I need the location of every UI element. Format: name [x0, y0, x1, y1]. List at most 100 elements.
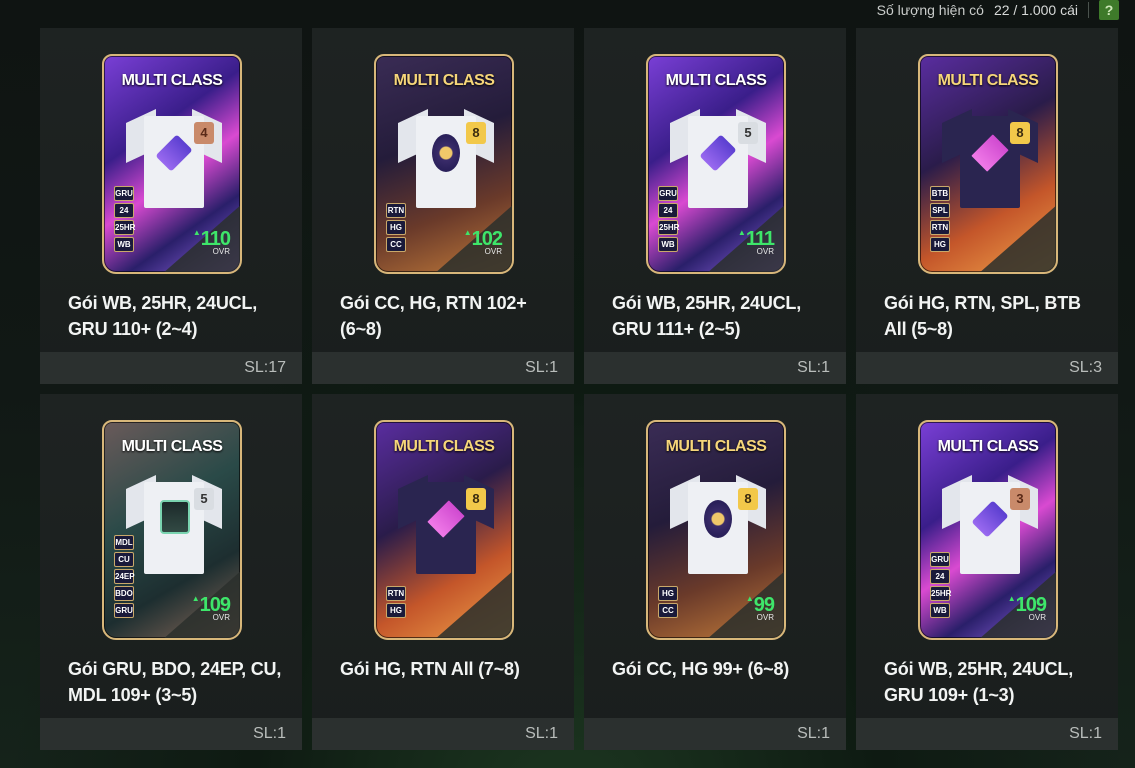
upgrade-level-badge: 8: [738, 488, 758, 510]
club-emblem-icon: [704, 500, 732, 538]
pack-card: MULTI CLASS 3 GRU 24 25HR WB 109 OVR: [918, 420, 1058, 640]
upgrade-level-badge: 8: [466, 488, 486, 510]
pack-tag-badge: 25HR: [114, 220, 135, 235]
pack-count: SL:1: [584, 352, 846, 384]
pack-tag-badge: HG: [930, 237, 950, 252]
pack-tag-badge: RTN: [386, 203, 406, 218]
pack-tag-badge: 24: [114, 203, 134, 218]
pack-card: MULTI CLASS 8 RTN HG: [374, 420, 514, 640]
pack-card: MULTI CLASS 5 MDL CU 24EP BDO GRU 109 OVR: [102, 420, 242, 640]
pack-tag-badge: HG: [658, 586, 678, 601]
pack-tags: BTB SPL RTN HG: [930, 186, 950, 252]
pack-tag-badge: BTB: [930, 186, 950, 201]
pack-tag-badge: CU: [114, 552, 134, 567]
upgrade-level-badge: 8: [1010, 122, 1030, 144]
pack-count: SL:1: [584, 718, 846, 750]
pack-name: Gói CC, HG, RTN 102+ (6~8): [340, 293, 527, 339]
pack-tag-badge: WB: [114, 237, 134, 252]
pack-tag-badge: WB: [930, 603, 950, 618]
upgrade-level-badge: 8: [466, 122, 486, 144]
upgrade-level-badge: 4: [194, 122, 214, 144]
pack-card-title: MULTI CLASS: [937, 72, 1039, 89]
pack-tag-badge: 25HR: [930, 586, 951, 601]
pack-card-title: MULTI CLASS: [121, 72, 223, 89]
pack-card-image[interactable]: MULTI CLASS 8 BTB SPL RTN HG: [918, 54, 1058, 274]
pack-tags: RTN HG CC: [386, 203, 406, 252]
pack-tag-badge: CC: [386, 237, 406, 252]
pack-tile[interactable]: MULTI CLASS 8 BTB SPL RTN HG Gói HG, RTN, S…: [856, 28, 1118, 384]
ovr-rating: 99 OVR: [746, 594, 775, 622]
pack-tag-badge: GRU: [114, 603, 134, 618]
pack-tags: MDL CU 24EP BDO GRU: [114, 535, 135, 618]
pack-name: Gói CC, HG 99+ (6~8): [612, 659, 790, 679]
pack-name: Gói WB, 25HR, 24UCL, GRU 111+ (2~5): [612, 293, 802, 339]
pack-tag-badge: HG: [386, 603, 406, 618]
ovr-rating: 111 OVR: [738, 228, 775, 256]
pack-name: Gói WB, 25HR, 24UCL, GRU 109+ (1~3): [884, 659, 1074, 705]
upgrade-level-badge: 3: [1010, 488, 1030, 510]
pack-tag-badge: SPL: [930, 203, 950, 218]
pack-name: Gói WB, 25HR, 24UCL, GRU 110+ (2~4): [68, 293, 258, 339]
pack-tag-badge: GRU: [930, 552, 950, 567]
card-corner: [434, 570, 512, 638]
pack-tag-badge: 25HR: [658, 220, 679, 235]
pack-tag-badge: BDO: [114, 586, 134, 601]
pack-tile[interactable]: MULTI CLASS 5 GRU 24 25HR WB 111 OVR Gói WB…: [584, 28, 846, 384]
pack-card-image[interactable]: MULTI CLASS 5 MDL CU 24EP BDO GRU 109 OVR: [102, 420, 242, 640]
pack-name: Gói GRU, BDO, 24EP, CU, MDL 109+ (3~5): [68, 659, 282, 705]
ovr-rating: 109 OVR: [192, 594, 231, 622]
pack-tag-badge: 24: [930, 569, 950, 584]
pack-card-image[interactable]: MULTI CLASS 8 RTN HG CC 102 OVR: [374, 54, 514, 274]
pack-tile[interactable]: MULTI CLASS 3 GRU 24 25HR WB 109 OVR Gói WB…: [856, 394, 1118, 750]
card-corner: [978, 204, 1056, 272]
pack-tag-badge: HG: [386, 220, 406, 235]
divider: [1088, 2, 1089, 18]
pack-tags: GRU 24 25HR WB: [658, 186, 679, 252]
upgrade-level-badge: 5: [738, 122, 758, 144]
pack-card: MULTI CLASS 4 GRU 24 25HR WB 110 OVR: [102, 54, 242, 274]
pack-count: SL:1: [312, 352, 574, 384]
pack-card-image[interactable]: MULTI CLASS 3 GRU 24 25HR WB 109 OVR: [918, 420, 1058, 640]
pack-card-image[interactable]: MULTI CLASS 8 HG CC 99 OVR: [646, 420, 786, 640]
pack-tags: RTN HG: [386, 586, 406, 618]
pack-card: MULTI CLASS 5 GRU 24 25HR WB 111 OVR: [646, 54, 786, 274]
pack-name: Gói HG, RTN All (7~8): [340, 659, 520, 679]
ovr-rating: 110 OVR: [193, 228, 231, 256]
club-emblem-icon: [160, 500, 190, 534]
capacity-value: 22 / 1.000 cái: [993, 2, 1078, 18]
ovr-rating: 109 OVR: [1008, 594, 1047, 622]
upgrade-level-badge: 5: [194, 488, 214, 510]
pack-tag-badge: WB: [658, 237, 678, 252]
capacity-bar: Số lượng hiện có 22 / 1.000 cái ?: [877, 0, 1119, 20]
capacity-label: Số lượng hiện có: [876, 2, 984, 18]
pack-card: MULTI CLASS 8 RTN HG CC 102 OVR: [374, 54, 514, 274]
pack-tags: GRU 24 25HR WB: [930, 552, 951, 618]
pack-tag-badge: RTN: [930, 220, 950, 235]
pack-tag-badge: GRU: [114, 186, 134, 201]
pack-tile[interactable]: MULTI CLASS 8 HG CC 99 OVR Gói CC, HG 99+…: [584, 394, 846, 750]
pack-count: SL:1: [856, 718, 1118, 750]
club-emblem-icon: [432, 134, 460, 172]
pack-tag-badge: GRU: [658, 186, 678, 201]
pack-card: MULTI CLASS 8 BTB SPL RTN HG: [918, 54, 1058, 274]
help-button[interactable]: ?: [1099, 0, 1119, 20]
pack-tile[interactable]: MULTI CLASS 8 RTN HG CC 102 OVR Gói CC, HG…: [312, 28, 574, 384]
pack-card-title: MULTI CLASS: [665, 438, 767, 455]
pack-tags: HG CC: [658, 586, 678, 618]
pack-grid: MULTI CLASS 4 GRU 24 25HR WB 110 OVR Gói WB…: [40, 28, 1120, 750]
pack-tag-badge: 24EP: [114, 569, 135, 584]
pack-card-title: MULTI CLASS: [393, 438, 495, 455]
pack-card-image[interactable]: MULTI CLASS 8 RTN HG: [374, 420, 514, 640]
pack-name: Gói HG, RTN, SPL, BTB All (5~8): [884, 293, 1081, 339]
pack-card-title: MULTI CLASS: [665, 72, 767, 89]
pack-card-image[interactable]: MULTI CLASS 5 GRU 24 25HR WB 111 OVR: [646, 54, 786, 274]
pack-tile[interactable]: MULTI CLASS 4 GRU 24 25HR WB 110 OVR Gói WB…: [40, 28, 302, 384]
pack-tile[interactable]: MULTI CLASS 5 MDL CU 24EP BDO GRU 109 OVR Gó…: [40, 394, 302, 750]
pack-card: MULTI CLASS 8 HG CC 99 OVR: [646, 420, 786, 640]
pack-tile[interactable]: MULTI CLASS 8 RTN HG Gói HG, RTN All (7~8…: [312, 394, 574, 750]
pack-card-image[interactable]: MULTI CLASS 4 GRU 24 25HR WB 110 OVR: [102, 54, 242, 274]
pack-count: SL:3: [856, 352, 1118, 384]
pack-card-title: MULTI CLASS: [393, 72, 495, 89]
pack-count: SL:17: [40, 352, 302, 384]
pack-tags: GRU 24 25HR WB: [114, 186, 135, 252]
